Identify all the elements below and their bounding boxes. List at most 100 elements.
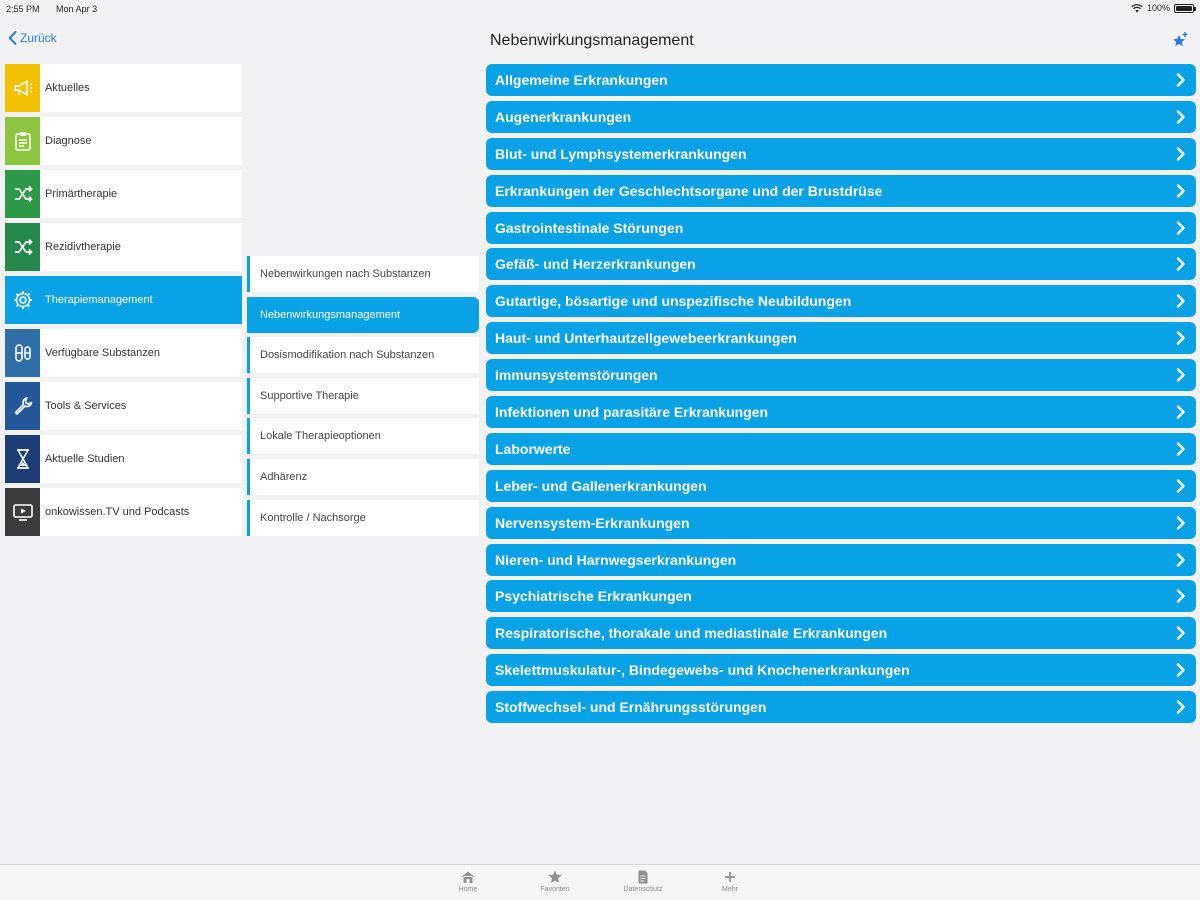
main-menu: Aktuelles Diagnose Primärtherapie Rezidi… [5, 64, 242, 541]
megaphone-icon [5, 64, 40, 112]
chevron-right-icon [1176, 147, 1185, 161]
chevron-right-icon [1176, 515, 1185, 530]
category-row[interactable]: Stoffwechsel- und Ernährungsstörungen [486, 691, 1196, 724]
category-label: Laborwerte [495, 440, 571, 457]
menu-item-verfuegbare-substanzen[interactable]: Verfügbare Substanzen [5, 329, 242, 377]
menu-item-label: Aktuelle Studien [45, 453, 125, 465]
home-icon [461, 871, 475, 883]
tab-label: Datenschutz [623, 886, 663, 893]
menu-item-diagnose[interactable]: Diagnose [5, 117, 242, 165]
submenu-item[interactable]: Supportive Therapie [247, 377, 479, 414]
tv-play-icon [5, 488, 40, 536]
category-label: Allgemeine Erkrankungen [495, 72, 668, 88]
category-label: Psychiatrische Erkrankungen [495, 588, 692, 605]
category-label: Gastrointestinale Störungen [495, 219, 684, 236]
tab-home[interactable]: Home [428, 870, 508, 893]
category-row[interactable]: Gutartige, bösartige und unspezifische N… [486, 285, 1196, 318]
category-row[interactable]: Gastrointestinale Störungen [486, 211, 1196, 244]
category-label: Augenerkrankungen [495, 108, 632, 125]
document-icon [638, 870, 648, 884]
menu-item-tools-services[interactable]: Tools & Services [5, 382, 242, 430]
category-row[interactable]: Erkrankungen der Geschlechtsorgane und d… [486, 174, 1196, 207]
category-row[interactable]: Psychiatrische Erkrankungen [486, 580, 1196, 613]
tab-datenschutz[interactable]: Datenschutz [603, 870, 683, 893]
tab-label: Mehr [722, 886, 738, 893]
category-label: Skelettmuskulatur-, Bindegewebs- und Kno… [495, 662, 910, 679]
category-row[interactable]: Laborwerte [486, 432, 1196, 465]
menu-item-label: Therapiemanagement [45, 294, 153, 306]
category-row[interactable]: Respiratorische, thorakale und mediastin… [486, 617, 1196, 650]
category-label: Infektionen und parasitäre Erkrankungen [495, 404, 769, 421]
category-row[interactable]: Blut- und Lymphsystemerkrankungen [486, 137, 1196, 170]
category-row[interactable]: Gefäß- und Herzerkrankungen [486, 248, 1196, 281]
category-row[interactable]: Augenerkrankungen [486, 100, 1196, 133]
category-row[interactable]: Leber- und Gallenerkrankungen [486, 469, 1196, 502]
menu-item-primaertherapie[interactable]: Primärtherapie [5, 170, 242, 218]
menu-item-label: Verfügbare Substanzen [45, 347, 160, 359]
page-title: Nebenwirkungsmanagement [490, 32, 694, 49]
chevron-right-icon [1176, 479, 1185, 493]
menu-item-label: Tools & Services [45, 400, 127, 412]
category-row[interactable]: Allgemeine Erkrankungen [486, 64, 1196, 96]
chevron-right-icon [1176, 110, 1185, 124]
submenu-item[interactable]: Adhärenz [247, 458, 479, 495]
clipboard-icon [5, 117, 40, 165]
category-label: Erkrankungen der Geschlechtsorgane und d… [495, 182, 883, 199]
submenu-item[interactable]: Nebenwirkungen nach Substanzen [247, 256, 479, 292]
tab-label: Favoriten [540, 886, 570, 893]
tab-mehr[interactable]: Mehr [690, 870, 770, 893]
chevron-right-icon [1176, 257, 1185, 272]
submenu-item[interactable]: Dosismodifikation nach Substanzen [247, 337, 479, 374]
back-button[interactable]: Zurück [8, 31, 57, 45]
chevron-right-icon [1176, 552, 1185, 567]
chevron-right-icon [1176, 331, 1185, 345]
chevron-right-icon [1176, 589, 1185, 604]
category-label: Blut- und Lymphsystemerkrankungen [495, 145, 747, 162]
menu-item-aktuelles[interactable]: Aktuelles [5, 64, 242, 112]
hourglass-icon [5, 435, 40, 483]
menu-item-label: onkowissen.TV und Podcasts [45, 506, 190, 518]
category-label: Immunsystemstörungen [495, 367, 658, 384]
menu-item-aktuelle-studien[interactable]: Aktuelle Studien [5, 435, 242, 483]
chevron-right-icon [1176, 368, 1185, 382]
menu-item-therapiemanagement[interactable]: Therapiemanagement [5, 276, 242, 324]
category-row[interactable]: Nervensystem-Erkrankungen [486, 506, 1196, 539]
chevron-left-icon [8, 31, 17, 45]
chevron-right-icon [1176, 442, 1185, 456]
star-icon [548, 870, 562, 883]
menu-item-onkowissen-tv[interactable]: onkowissen.TV und Podcasts [5, 488, 242, 536]
shuffle-icon [5, 170, 40, 218]
submenu-item-active[interactable]: Nebenwirkungsmanagement [247, 296, 479, 333]
tab-label: Home [458, 886, 478, 893]
category-label: Gefäß- und Herzerkrankungen [495, 256, 696, 273]
plus-icon [725, 872, 735, 882]
menu-item-rezidivtherapie[interactable]: Rezidivtherapie [5, 223, 242, 271]
category-row[interactable]: Skelettmuskulatur-, Bindegewebs- und Kno… [486, 654, 1196, 687]
category-row[interactable]: Nieren- und Harnwegserkrankungen [486, 543, 1196, 576]
category-row[interactable]: Haut- und Unterhautzellgewebeerkrankunge… [486, 322, 1196, 355]
chevron-right-icon [1176, 663, 1185, 677]
category-label: Leber- und Gallenerkrankungen [495, 477, 707, 494]
menu-item-label: Rezidivtherapie [45, 241, 121, 253]
battery-percent: 100% [1146, 3, 1170, 13]
category-row[interactable]: Infektionen und parasitäre Erkrankungen [486, 396, 1196, 429]
add-favorite-button[interactable] [1171, 31, 1189, 54]
status-date: Mon Apr 3 [56, 4, 98, 14]
tab-bar: Home Favoriten Datenschutz Mehr [0, 864, 1200, 900]
category-label: Haut- und Unterhautzellgewebeerkrankunge… [495, 330, 797, 347]
submenu-item[interactable]: Lokale Therapieoptionen [247, 418, 479, 455]
chevron-right-icon [1176, 626, 1185, 641]
category-label: Stoffwechsel- und Ernährungsstörungen [495, 699, 767, 716]
wrench-icon [5, 382, 40, 430]
star-plus-icon [1173, 32, 1188, 47]
category-label: Gutartige, bösartige und unspezifische N… [495, 293, 852, 310]
submenu-item[interactable]: Kontrolle / Nachsorge [247, 499, 479, 536]
submenu: Nebenwirkungen nach Substanzen Nebenwirk… [247, 256, 479, 540]
wifi-icon [1131, 3, 1143, 12]
tab-favoriten[interactable]: Favoriten [515, 870, 595, 893]
battery-icon [1174, 3, 1196, 13]
category-row[interactable]: Immunsystemstörungen [486, 359, 1196, 392]
status-time: 2:55 PM [6, 4, 40, 14]
shuffle-icon [5, 223, 40, 271]
back-label: Zurück [20, 31, 57, 45]
